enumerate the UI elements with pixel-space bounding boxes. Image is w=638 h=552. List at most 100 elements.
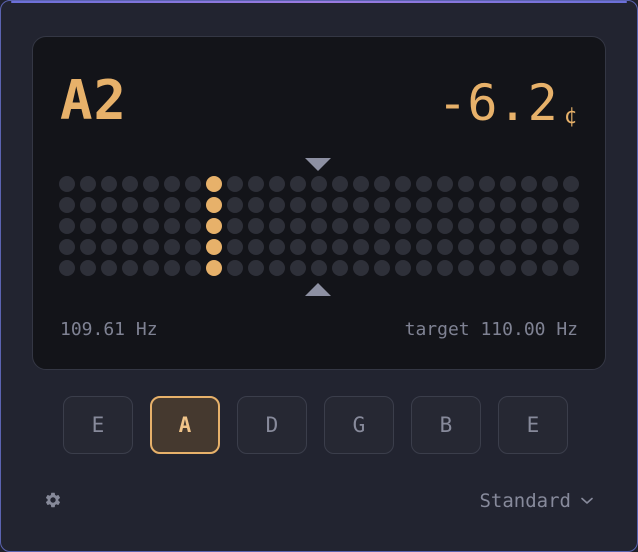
string-button-3[interactable]: D: [237, 396, 307, 454]
meter-dot: [80, 197, 96, 213]
meter-dot: [479, 260, 495, 276]
detected-frequency: 109.61 Hz: [60, 319, 158, 340]
cents-readout: -6.2 ¢: [437, 75, 577, 131]
tuning-select[interactable]: Standard: [479, 490, 593, 512]
meter-dot: [458, 218, 474, 234]
meter-dot: [521, 218, 537, 234]
meter-dot: [416, 218, 432, 234]
meter-dot: [500, 260, 516, 276]
meter-dot: [479, 218, 495, 234]
meter-dot: [185, 176, 201, 192]
meter-dot: [500, 218, 516, 234]
meter-dot: [59, 239, 75, 255]
meter-dot: [332, 218, 348, 234]
meter-dot: [479, 176, 495, 192]
meter-dot-active: [206, 197, 222, 213]
meter-dot: [101, 197, 117, 213]
meter-dot: [458, 239, 474, 255]
meter-dot: [437, 260, 453, 276]
meter-dot: [143, 197, 159, 213]
cents-unit: ¢: [563, 104, 577, 129]
meter-dot: [143, 218, 159, 234]
string-button-2[interactable]: A: [150, 396, 220, 454]
meter-dot: [416, 239, 432, 255]
meter-dot: [353, 239, 369, 255]
meter-dot: [374, 260, 390, 276]
meter-dot: [269, 176, 285, 192]
meter-dot: [185, 218, 201, 234]
meter-dot: [479, 197, 495, 213]
meter-dot: [416, 197, 432, 213]
meter-dot: [563, 239, 579, 255]
meter-dot: [248, 218, 264, 234]
meter-dot: [563, 176, 579, 192]
cents-value: -6.2: [437, 74, 558, 132]
string-button-4[interactable]: G: [324, 396, 394, 454]
string-button-1[interactable]: E: [63, 396, 133, 454]
meter-dot: [164, 239, 180, 255]
tuner-display: A2 -6.2 ¢ 109.61 Hz target 110.00 Hz: [32, 36, 606, 370]
meter-dot: [332, 176, 348, 192]
meter-dot: [122, 218, 138, 234]
meter-dot: [311, 197, 327, 213]
tuning-label: Standard: [479, 490, 571, 512]
meter-dot: [374, 239, 390, 255]
meter-dot: [542, 218, 558, 234]
meter-dot: [395, 176, 411, 192]
meter-dot: [269, 197, 285, 213]
meter-dot: [101, 260, 117, 276]
meter-dot: [458, 260, 474, 276]
meter-dot: [521, 260, 537, 276]
meter-dot: [80, 176, 96, 192]
meter-dot: [437, 218, 453, 234]
meter-dot: [353, 260, 369, 276]
meter-dot: [458, 197, 474, 213]
meter-dot: [290, 197, 306, 213]
meter-dot: [416, 260, 432, 276]
meter-dot: [143, 260, 159, 276]
meter-dot: [395, 239, 411, 255]
meter-dot: [290, 176, 306, 192]
meter-dot: [332, 239, 348, 255]
string-button-6[interactable]: E: [498, 396, 568, 454]
meter-dot: [542, 239, 558, 255]
gear-icon[interactable]: [44, 491, 62, 509]
meter-dot-active: [206, 176, 222, 192]
meter-dot: [563, 260, 579, 276]
meter-dot: [563, 218, 579, 234]
meter-dot: [332, 260, 348, 276]
meter-dot: [353, 218, 369, 234]
meter-dot: [227, 218, 243, 234]
meter-dot-active: [206, 218, 222, 234]
meter-dot: [395, 197, 411, 213]
meter-dot: [269, 260, 285, 276]
meter-dot: [290, 260, 306, 276]
meter-dot: [521, 239, 537, 255]
meter-dot: [395, 218, 411, 234]
meter-dot: [353, 197, 369, 213]
target-frequency: target 110.00 Hz: [404, 319, 578, 340]
string-button-5[interactable]: B: [411, 396, 481, 454]
meter-dot: [248, 239, 264, 255]
meter-dot: [248, 176, 264, 192]
meter-dot: [374, 218, 390, 234]
meter-dot: [500, 176, 516, 192]
meter-dot: [59, 260, 75, 276]
meter-dot: [500, 239, 516, 255]
tuner-window: A2 -6.2 ¢ 109.61 Hz target 110.00 Hz EAD…: [0, 0, 638, 552]
meter-dot: [143, 176, 159, 192]
meter-dot: [164, 218, 180, 234]
meter-dot: [185, 239, 201, 255]
meter-dot: [269, 218, 285, 234]
meter-dot: [248, 260, 264, 276]
meter-dot: [542, 197, 558, 213]
meter-dot: [101, 239, 117, 255]
center-marker-top: [305, 158, 331, 171]
meter-dot: [269, 239, 285, 255]
note-name: A2: [60, 69, 128, 132]
meter-dot: [185, 260, 201, 276]
meter-dot: [542, 176, 558, 192]
string-selector: EADGBE: [63, 396, 568, 454]
meter-dot: [290, 239, 306, 255]
meter-dot-active: [206, 239, 222, 255]
